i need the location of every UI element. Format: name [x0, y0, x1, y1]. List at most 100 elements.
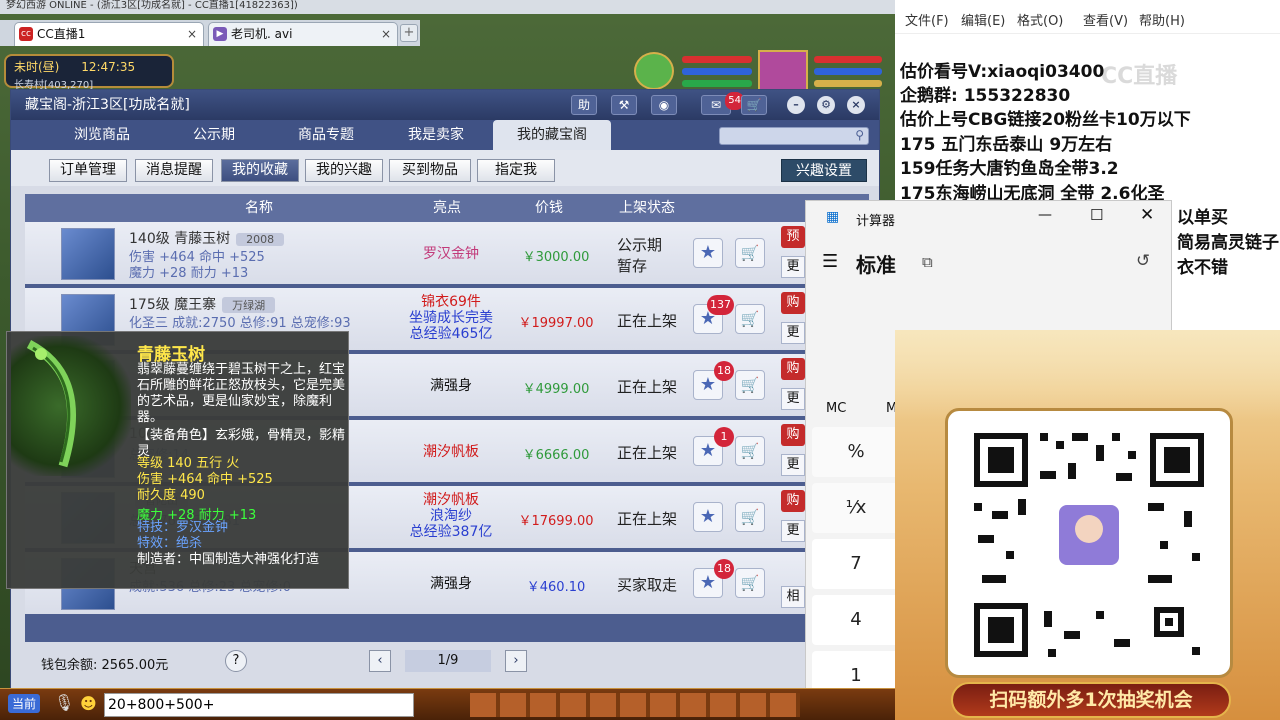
favorite-count-badge: 137 [707, 295, 734, 315]
more-button[interactable]: 更 [781, 454, 805, 476]
status-line: 正在上架 [617, 312, 678, 330]
hammer-icon[interactable]: ⚒ [611, 95, 637, 115]
jade-tree-weapon-icon [26, 340, 77, 468]
designated-me-button[interactable]: 指定我 [477, 159, 555, 182]
tab-video[interactable]: ▶ 老司机. avi × [208, 22, 398, 46]
star-icon[interactable]: ★ [693, 238, 723, 268]
cart-icon[interactable]: 🛒 [735, 370, 765, 400]
status-cell: 正在上架 [617, 376, 687, 397]
tab-public[interactable]: 公示期 [159, 120, 269, 150]
menu-help[interactable]: 帮助(H) [1139, 10, 1185, 29]
star-icon[interactable]: ★ 1 [693, 427, 734, 466]
help-button[interactable]: 助 [571, 95, 597, 115]
buy-button[interactable]: 预 [781, 226, 805, 248]
star-icon[interactable]: ★ [693, 502, 723, 532]
stat-line: 耐久度 490 [137, 488, 205, 503]
highlight-text: 潮汐帆板 [423, 492, 479, 508]
keep-on-top-icon[interactable]: ⧉ [922, 253, 933, 271]
more-button[interactable]: 更 [781, 322, 805, 344]
search-icon[interactable]: ⚲ [855, 128, 864, 142]
close-icon[interactable]: ✕ [1140, 205, 1154, 225]
buy-button[interactable]: 购 [781, 490, 805, 512]
chat-input[interactable]: 20+800+500+ [104, 693, 414, 717]
help-icon[interactable]: ? [225, 650, 247, 672]
cart-icon[interactable]: 🛒 [741, 95, 767, 115]
player-mp-bar [814, 68, 882, 75]
star-icon[interactable]: ★ 18 [693, 361, 734, 400]
more-button[interactable]: 相 [781, 586, 805, 608]
close-tab-icon[interactable]: × [187, 23, 197, 45]
more-button[interactable]: 更 [781, 388, 805, 410]
record-icon[interactable]: ◉ [651, 95, 677, 115]
tab-cc-live[interactable]: cc CC直播1 × [14, 22, 204, 46]
list-footer: 钱包余额: 2565.00元 ? ‹ 1/9 › [25, 646, 869, 676]
item-tooltip: 青藤玉树 翡翠藤蔓缠绕于碧玉树干之上，红宝石所雕的鲜花正怒放枝头，它是完美的艺术… [6, 331, 349, 589]
player-avatar[interactable] [758, 50, 808, 94]
maximize-icon[interactable]: ☐ [1090, 206, 1103, 224]
cc-logo-icon: cc [19, 27, 33, 41]
menu-file[interactable]: 文件(F) [905, 10, 949, 29]
prev-page-button[interactable]: ‹ [369, 650, 391, 672]
close-icon[interactable]: × [847, 96, 865, 114]
emoji-icon[interactable]: ☻ [80, 694, 97, 713]
highlight-text: 满强身 [430, 378, 472, 394]
cbg-title-bar: 藏宝阁-浙江3区[功成名就] 助 ⚒ ◉ ✉ 54 🛒 – ⚙ × [11, 90, 879, 120]
history-icon[interactable]: ↺ [1136, 251, 1150, 271]
close-tab-icon[interactable]: × [381, 23, 391, 45]
table-header: 名称 亮点 价钱 上架状态 [25, 194, 869, 222]
chat-channel[interactable]: 当前 [8, 694, 41, 713]
settings-gear-icon[interactable]: ⚙ [817, 96, 835, 114]
skill-line: 特效：绝杀 [137, 536, 203, 551]
message-button[interactable]: ✉ 54 [701, 92, 744, 115]
search-input[interactable]: ⚲ [719, 127, 869, 145]
status-cell: 正在上架 [617, 310, 687, 331]
skill-hotbar[interactable] [470, 693, 800, 717]
microphone-icon[interactable]: 🎙 [54, 693, 74, 712]
status-line: 公示期 [617, 236, 663, 254]
qr-code-icon[interactable] [948, 411, 1230, 675]
new-tab-button[interactable]: + [400, 24, 418, 42]
menu-format[interactable]: 格式(O) [1017, 10, 1063, 29]
cbg-nav: 浏览商品 公示期 商品专题 我是卖家 我的藏宝阁 ⚲ [11, 120, 879, 150]
hamburger-menu-icon[interactable]: ☰ [822, 251, 838, 272]
cart-icon[interactable]: 🛒 [735, 238, 765, 268]
interest-settings-button[interactable]: 兴趣设置 [781, 159, 867, 182]
tab-my-cbg[interactable]: 我的藏宝阁 [493, 120, 611, 150]
cart-icon[interactable]: 🛒 [735, 304, 765, 334]
star-icon[interactable]: ★ 137 [693, 295, 734, 334]
reciprocal-key[interactable]: ¹⁄x [812, 483, 900, 533]
note-line: 估价看号V:xiaoqi03400 [900, 62, 1105, 82]
more-button[interactable]: 更 [781, 256, 805, 278]
cart-icon[interactable]: 🛒 [735, 436, 765, 466]
star-icon[interactable]: ★ 18 [693, 559, 734, 598]
next-page-button[interactable]: › [505, 650, 527, 672]
my-interests-button[interactable]: 我的兴趣 [305, 159, 383, 182]
pet-avatar[interactable] [634, 52, 674, 90]
cart-icon[interactable]: 🛒 [735, 502, 765, 532]
message-reminder-button[interactable]: 消息提醒 [135, 159, 213, 182]
digit-4-key[interactable]: 4 [812, 595, 900, 645]
item-avatar[interactable] [61, 228, 115, 280]
buy-button[interactable]: 购 [781, 358, 805, 380]
minimize-icon[interactable]: — [1038, 207, 1052, 223]
tooltip-skills: 特技：罗汉金钟 特效：绝杀 [137, 520, 228, 552]
tab-seller[interactable]: 我是卖家 [381, 120, 491, 150]
price-cell: ￥460.10 [526, 580, 586, 595]
memory-clear-button[interactable]: MC [826, 401, 846, 416]
more-button[interactable]: 更 [781, 520, 805, 542]
minimize-icon[interactable]: – [787, 96, 805, 114]
tab-browse[interactable]: 浏览商品 [47, 120, 157, 150]
tab-topics[interactable]: 商品专题 [271, 120, 381, 150]
purchased-button[interactable]: 买到物品 [389, 159, 471, 182]
cart-icon[interactable]: 🛒 [735, 568, 765, 598]
percent-key[interactable]: % [812, 427, 900, 477]
digit-7-key[interactable]: 7 [812, 539, 900, 589]
buy-button[interactable]: 购 [781, 424, 805, 446]
table-row[interactable]: 140级 青藤玉树 2008 伤害 +464 命中 +525 魔力 +28 耐力 … [25, 222, 869, 286]
col-name: 名称 [245, 200, 273, 216]
my-favorites-button[interactable]: 我的收藏 [221, 159, 299, 182]
menu-view[interactable]: 查看(V) [1083, 10, 1128, 29]
order-management-button[interactable]: 订单管理 [49, 159, 127, 182]
menu-edit[interactable]: 编辑(E) [961, 10, 1005, 29]
buy-button[interactable]: 购 [781, 292, 805, 314]
